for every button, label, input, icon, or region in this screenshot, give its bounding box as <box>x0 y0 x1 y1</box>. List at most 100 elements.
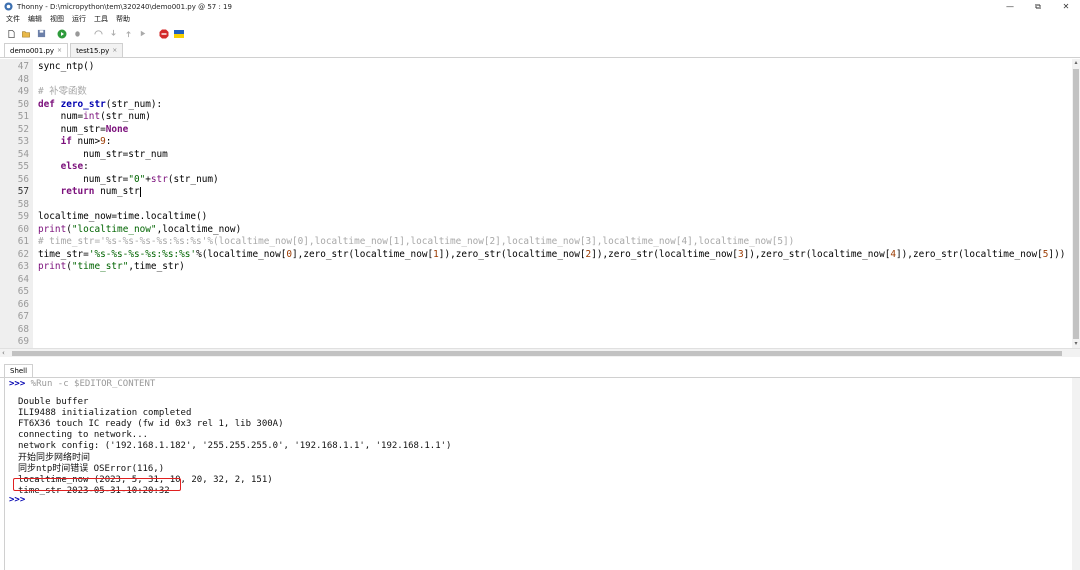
code-line[interactable]: 48 <box>0 74 1072 87</box>
line-number: 54 <box>17 148 29 160</box>
code-line[interactable]: 62 time_str='%s-%s-%s-%s:%s:%s'%(localtim… <box>0 249 1072 262</box>
shell-command-line: >>> %Run -c $EDITOR_CONTENT <box>9 379 155 390</box>
step-over-icon[interactable] <box>93 29 103 39</box>
code-line[interactable]: 68 <box>0 324 1072 337</box>
menu-view[interactable]: 视图 <box>50 14 64 24</box>
shell-tab-bar: Shell <box>0 364 1080 378</box>
editor-vertical-scrollbar[interactable]: ▴ ▾ <box>1072 59 1080 348</box>
line-number: 49 <box>17 86 29 97</box>
code-line[interactable]: 63 print("time_str",time_str) <box>0 261 1072 274</box>
stop-icon[interactable] <box>159 29 169 39</box>
editor-tab-bar: demo001.py × test15.py × <box>0 43 1080 58</box>
code-line[interactable]: 64 <box>0 274 1072 287</box>
code-line[interactable]: 49 # 补零函数 <box>0 86 1072 99</box>
line-number: 62 <box>17 248 29 260</box>
run-icon[interactable] <box>57 29 67 39</box>
code-line[interactable]: 54 num_str=str_num <box>0 149 1072 162</box>
code-text[interactable]: # 补零函数 <box>38 86 87 99</box>
highlight-annotation-box <box>13 478 181 491</box>
scroll-up-icon[interactable]: ▴ <box>1072 59 1080 67</box>
debug-icon[interactable] <box>72 29 82 39</box>
menu-run[interactable]: 运行 <box>72 14 86 24</box>
code-text[interactable]: time_str='%s-%s-%s-%s:%s:%s'%(localtime_… <box>38 249 1065 262</box>
code-line[interactable]: 58 <box>0 199 1072 212</box>
shell-panel[interactable]: >>> %Run -c $EDITOR_CONTENT Double buffe… <box>0 378 1080 570</box>
close-tab-icon[interactable]: × <box>57 47 62 54</box>
line-number: 64 <box>17 273 29 285</box>
code-text[interactable]: return num_str <box>38 186 141 199</box>
code-line[interactable]: 59 localtime_now=time.localtime() <box>0 211 1072 224</box>
tab-demo001[interactable]: demo001.py × <box>4 43 69 57</box>
thonny-logo-icon <box>4 2 13 11</box>
shell-output-line: 开始同步网络时间 <box>18 452 91 463</box>
shell-input-line[interactable]: >>> <box>9 495 25 506</box>
code-line[interactable]: 52 num_str=None <box>0 124 1072 137</box>
close-tab-icon[interactable]: × <box>112 47 117 54</box>
code-lines[interactable]: 47 sync_ntp() 48 49 # 补零函数 50 def zero_str(str… <box>0 61 1072 349</box>
editor-horizontal-scrollbar[interactable]: ‹ <box>0 348 1080 357</box>
code-line[interactable]: 60 print("localtime_now",localtime_now) <box>0 224 1072 237</box>
scroll-down-icon[interactable]: ▾ <box>1072 340 1080 348</box>
minimize-button[interactable]: — <box>996 0 1024 13</box>
new-file-icon[interactable] <box>6 29 16 39</box>
code-text[interactable]: else: <box>38 161 89 174</box>
shell-output-line: connecting to network... <box>18 430 149 441</box>
menu-file[interactable]: 文件 <box>6 14 20 24</box>
code-line[interactable]: 57 return num_str <box>0 186 1072 199</box>
line-number: 69 <box>17 336 29 347</box>
line-number: 66 <box>17 298 29 310</box>
step-out-icon[interactable] <box>123 29 133 39</box>
line-number: 52 <box>17 123 29 135</box>
line-number: 53 <box>17 136 29 147</box>
code-line[interactable]: 66 <box>0 299 1072 312</box>
code-line[interactable]: 56 num_str="0"+str(str_num) <box>0 174 1072 187</box>
code-text[interactable]: num_str=None <box>38 124 129 137</box>
restore-button[interactable]: ⧉ <box>1024 0 1052 13</box>
shell-vertical-scrollbar[interactable] <box>1072 378 1080 570</box>
code-text[interactable]: print("time_str",time_str) <box>38 261 185 274</box>
close-window-button[interactable]: ✕ <box>1052 0 1080 13</box>
tab-shell[interactable]: Shell <box>4 364 34 377</box>
code-line[interactable]: 65 <box>0 286 1072 299</box>
code-editor[interactable]: 47 sync_ntp() 48 49 # 补零函数 50 def zero_str(str… <box>0 59 1080 348</box>
ukraine-flag-icon[interactable] <box>174 29 184 39</box>
code-text[interactable]: print("localtime_now",localtime_now) <box>38 224 241 237</box>
menu-edit[interactable]: 编辑 <box>28 14 42 24</box>
code-text[interactable]: num_str="0"+str(str_num) <box>38 174 219 187</box>
window-controls: — ⧉ ✕ <box>996 0 1080 13</box>
code-text[interactable]: if num>9: <box>38 136 112 149</box>
menu-help[interactable]: 帮助 <box>116 14 130 24</box>
resume-icon[interactable] <box>138 29 148 39</box>
toolbar <box>0 26 1080 41</box>
shell-border <box>4 378 5 570</box>
menu-tools[interactable]: 工具 <box>94 14 108 24</box>
line-number: 48 <box>17 73 29 85</box>
code-line[interactable]: 67 <box>0 311 1072 324</box>
code-line[interactable]: 51 num=int(str_num) <box>0 111 1072 124</box>
code-text[interactable]: num_str=str_num <box>38 149 168 162</box>
scrollbar-thumb[interactable] <box>1073 69 1079 339</box>
code-line[interactable]: 55 else: <box>0 161 1072 174</box>
code-line[interactable]: 50 def zero_str(str_num): <box>0 99 1072 112</box>
save-icon[interactable] <box>36 29 46 39</box>
line-number: 57 <box>17 186 29 197</box>
line-number: 50 <box>17 98 29 110</box>
code-text[interactable]: sync_ntp() <box>38 61 94 74</box>
code-text[interactable]: # time_str='%s-%s-%s-%s:%s:%s'%(localtim… <box>38 236 794 249</box>
code-line[interactable]: 61 # time_str='%s-%s-%s-%s:%s:%s'%(localt… <box>0 236 1072 249</box>
open-file-icon[interactable] <box>21 29 31 39</box>
tab-label: demo001.py <box>10 46 55 55</box>
scrollbar-thumb[interactable] <box>12 351 1062 356</box>
line-number: 67 <box>17 311 29 322</box>
scroll-left-icon[interactable]: ‹ <box>2 349 5 358</box>
code-text[interactable]: num=int(str_num) <box>38 111 151 124</box>
code-line[interactable]: 69 <box>0 336 1072 349</box>
code-text[interactable]: def zero_str(str_num): <box>38 99 162 112</box>
code-line[interactable]: 47 sync_ntp() <box>0 61 1072 74</box>
tab-test15[interactable]: test15.py × <box>70 43 124 57</box>
line-number: 63 <box>17 261 29 272</box>
step-into-icon[interactable] <box>108 29 118 39</box>
code-line[interactable]: 53 if num>9: <box>0 136 1072 149</box>
shell-output-line: FT6X36 touch IC ready (fw id 0x3 rel 1, … <box>18 419 284 430</box>
code-text[interactable]: localtime_now=time.localtime() <box>38 211 207 224</box>
